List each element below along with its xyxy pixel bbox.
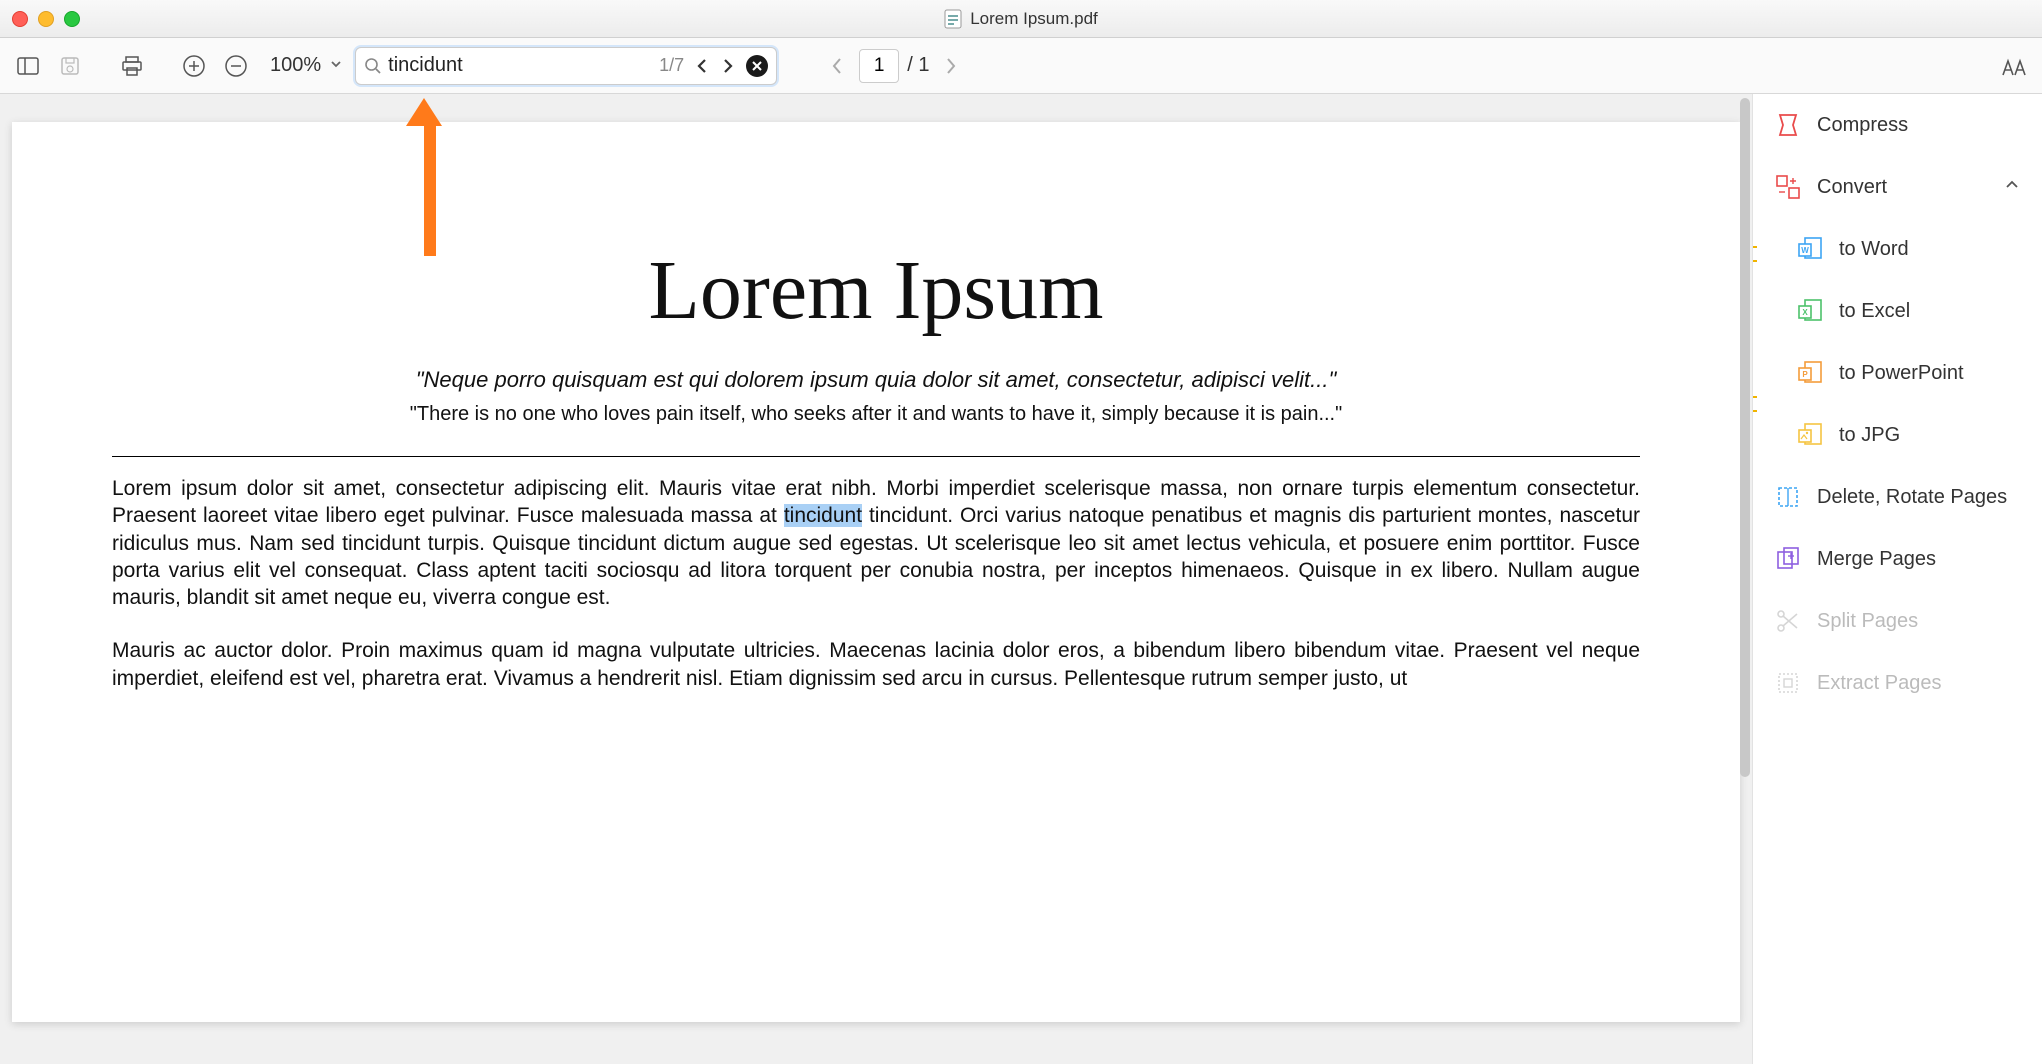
print-button[interactable] — [114, 48, 150, 84]
compress-icon — [1775, 112, 1801, 138]
to-excel-label: to Excel — [1839, 300, 1910, 323]
panel-resize-handle[interactable] — [1752, 396, 1757, 412]
svg-text:W: W — [1801, 246, 1809, 255]
panel-resize-handle[interactable] — [1752, 246, 1757, 262]
split-label: Split Pages — [1817, 610, 1918, 633]
to-word-label: to Word — [1839, 238, 1909, 261]
save-button[interactable] — [52, 48, 88, 84]
convert-tool[interactable]: Convert — [1753, 156, 2042, 218]
convert-to-excel[interactable]: X to Excel — [1753, 280, 2042, 342]
page-number-input[interactable] — [859, 49, 899, 83]
zoom-dropdown[interactable]: 100% — [266, 54, 343, 77]
delete-rotate-icon — [1775, 484, 1801, 510]
fullscreen-window-button[interactable] — [64, 11, 80, 27]
window-title: Lorem Ipsum.pdf — [970, 9, 1098, 29]
doc-divider — [112, 456, 1640, 457]
convert-to-jpg[interactable]: to JPG — [1753, 404, 2042, 466]
sidebar-toggle-button[interactable] — [10, 48, 46, 84]
split-icon — [1775, 608, 1801, 634]
svg-text:P: P — [1802, 370, 1808, 379]
compress-label: Compress — [1817, 114, 1908, 137]
search-icon — [364, 57, 382, 75]
chevron-up-icon — [2004, 176, 2020, 199]
search-next-button[interactable] — [716, 54, 740, 78]
close-window-button[interactable] — [12, 11, 28, 27]
window-controls — [12, 11, 80, 27]
excel-icon: X — [1797, 298, 1823, 324]
doc-quote-latin: "Neque porro quisquam est qui dolorem ip… — [112, 367, 1640, 393]
search-input[interactable] — [388, 54, 653, 77]
document-viewport[interactable]: Lorem Ipsum "Neque porro quisquam est qu… — [0, 94, 1752, 1064]
search-highlight: tincidunt — [784, 504, 862, 527]
zoom-in-button[interactable] — [176, 48, 212, 84]
extract-icon — [1775, 670, 1801, 696]
jpg-icon — [1797, 422, 1823, 448]
zoom-value: 100% — [266, 54, 325, 77]
merge-tool[interactable]: Merge Pages — [1753, 528, 2042, 590]
extract-label: Extract Pages — [1817, 672, 1942, 695]
word-icon: W — [1797, 236, 1823, 262]
document-icon — [944, 9, 962, 29]
powerpoint-icon: P — [1797, 360, 1823, 386]
chevron-down-icon — [329, 57, 343, 74]
main-area: Lorem Ipsum "Neque porro quisquam est qu… — [0, 94, 2042, 1064]
vertical-scrollbar[interactable] — [1740, 98, 1750, 777]
search-prev-button[interactable] — [690, 54, 714, 78]
doc-title: Lorem Ipsum — [112, 242, 1640, 339]
compress-tool[interactable]: Compress — [1753, 94, 2042, 156]
merge-label: Merge Pages — [1817, 548, 1936, 571]
doc-quote-english: "There is no one who loves pain itself, … — [112, 403, 1640, 426]
page-next-button[interactable] — [937, 52, 965, 80]
doc-paragraph-2: Mauris ac auctor dolor. Proin maximus qu… — [112, 637, 1640, 692]
page-prev-button[interactable] — [823, 52, 851, 80]
tools-sidepanel: Compress Convert W to Word X to Excel — [1752, 94, 2042, 1064]
document-page: Lorem Ipsum "Neque porro quisquam est qu… — [12, 122, 1740, 1022]
search-result-count: 1/7 — [659, 55, 684, 76]
tools-panel-button[interactable] — [1996, 48, 2032, 84]
convert-to-word[interactable]: W to Word — [1753, 218, 2042, 280]
titlebar: Lorem Ipsum.pdf — [0, 0, 2042, 38]
zoom-out-button[interactable] — [218, 48, 254, 84]
merge-icon — [1775, 546, 1801, 572]
toolbar: 100% 1/7 / 1 — [0, 38, 2042, 94]
split-tool: Split Pages — [1753, 590, 2042, 652]
to-jpg-label: to JPG — [1839, 424, 1900, 447]
window-title-group: Lorem Ipsum.pdf — [0, 9, 2042, 29]
delete-rotate-label: Delete, Rotate Pages — [1817, 486, 2007, 509]
page-navigation: / 1 — [823, 49, 965, 83]
minimize-window-button[interactable] — [38, 11, 54, 27]
convert-label: Convert — [1817, 176, 1887, 199]
convert-icon — [1775, 174, 1801, 200]
search-box[interactable]: 1/7 — [355, 47, 777, 85]
page-total: / 1 — [907, 54, 929, 77]
doc-paragraph-1: Lorem ipsum dolor sit amet, consectetur … — [112, 475, 1640, 611]
svg-text:X: X — [1802, 308, 1808, 317]
to-powerpoint-label: to PowerPoint — [1839, 362, 1964, 385]
convert-to-powerpoint[interactable]: P to PowerPoint — [1753, 342, 2042, 404]
search-clear-button[interactable] — [746, 55, 768, 77]
delete-rotate-tool[interactable]: Delete, Rotate Pages — [1753, 466, 2042, 528]
extract-tool: Extract Pages — [1753, 652, 2042, 714]
